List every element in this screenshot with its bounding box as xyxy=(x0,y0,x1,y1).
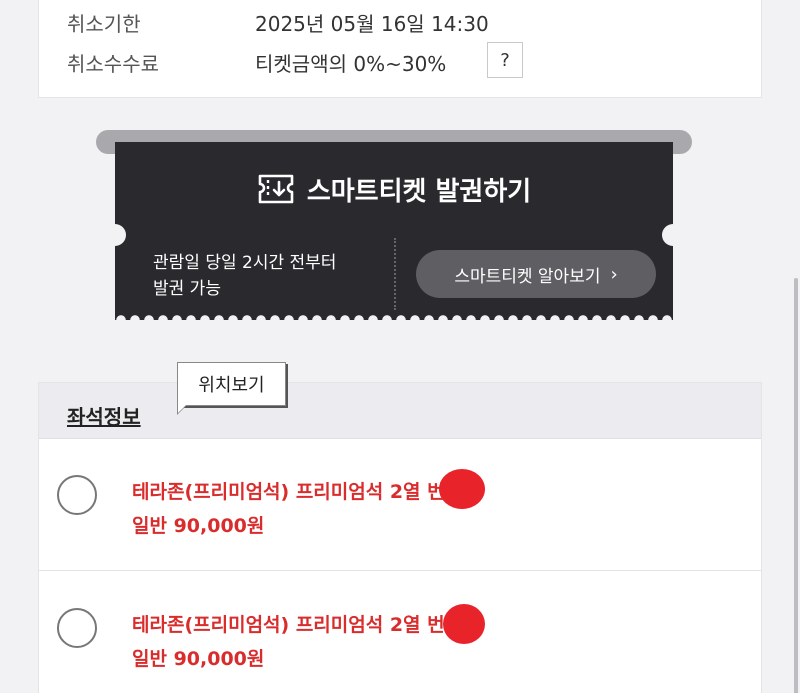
ticket-notch-left xyxy=(115,224,126,246)
cancel-fee-help-button[interactable]: ? xyxy=(487,42,523,78)
redaction-mark xyxy=(439,469,485,509)
scrollbar[interactable] xyxy=(794,278,798,693)
cancel-deadline-value: 2025년 05월 16일 14:30 xyxy=(255,12,489,36)
cancel-fee-label: 취소수수료 xyxy=(67,52,159,76)
cancel-fee-value: 티켓금액의 0%~30% xyxy=(255,52,447,76)
seat-price: 일반 90,000원 xyxy=(132,515,265,537)
ticket-notch-right xyxy=(662,224,673,246)
chevron-right-icon: › xyxy=(610,263,618,285)
ticket-scallop-edge xyxy=(115,314,673,320)
view-location-tooltip[interactable]: 위치보기 xyxy=(177,362,286,415)
seat-list-item[interactable]: 테라존(프리미엄석) 프리미엄석 2열 번 일반 90,000원 xyxy=(39,439,761,571)
smart-ticket-title-text: 스마트티켓 발권하기 xyxy=(306,176,532,207)
seat-name: 테라존(프리미엄석) 프리미엄석 2열 번 xyxy=(132,481,445,503)
smart-ticket-card[interactable]: 스마트티켓 발권하기 관람일 당일 2시간 전부터 발권 가능 스마트티켓 알아… xyxy=(115,142,673,320)
seat-info-header: 좌석정보 xyxy=(39,383,761,439)
smart-ticket-learn-more-button[interactable]: 스마트티켓 알아보기 › xyxy=(416,250,656,298)
smart-ticket-title[interactable]: 스마트티켓 발권하기 xyxy=(115,169,673,209)
seat-name: 테라존(프리미엄석) 프리미엄석 2열 번 xyxy=(132,614,445,636)
seat-info-panel: 좌석정보 테라존(프리미엄석) 프리미엄석 2열 번 일반 90,000원 테라… xyxy=(38,382,762,693)
seat-price: 일반 90,000원 xyxy=(132,648,265,670)
cancel-info-panel: 취소기한 2025년 05월 16일 14:30 취소수수료 티켓금액의 0%~… xyxy=(38,0,762,98)
seat-radio-button[interactable] xyxy=(57,608,97,648)
seat-info-title[interactable]: 좌석정보 xyxy=(67,401,141,430)
redaction-mark xyxy=(443,604,485,644)
learn-more-label: 스마트티켓 알아보기 xyxy=(454,266,601,287)
smart-ticket-subtitle: 관람일 당일 2시간 전부터 발권 가능 xyxy=(153,253,337,299)
smart-ticket-banner: 스마트티켓 발권하기 관람일 당일 2시간 전부터 발권 가능 스마트티켓 알아… xyxy=(96,130,692,322)
seat-radio-button[interactable] xyxy=(57,475,97,515)
cancel-deadline-label: 취소기한 xyxy=(67,12,141,36)
ticket-download-icon xyxy=(257,173,295,205)
view-location-label: 위치보기 xyxy=(198,375,265,396)
seat-list-item[interactable]: 테라존(프리미엄석) 프리미엄석 2열 번 일반 90,000원 xyxy=(39,572,761,693)
ticket-divider xyxy=(394,238,396,310)
tooltip-tail-inner xyxy=(178,405,186,413)
